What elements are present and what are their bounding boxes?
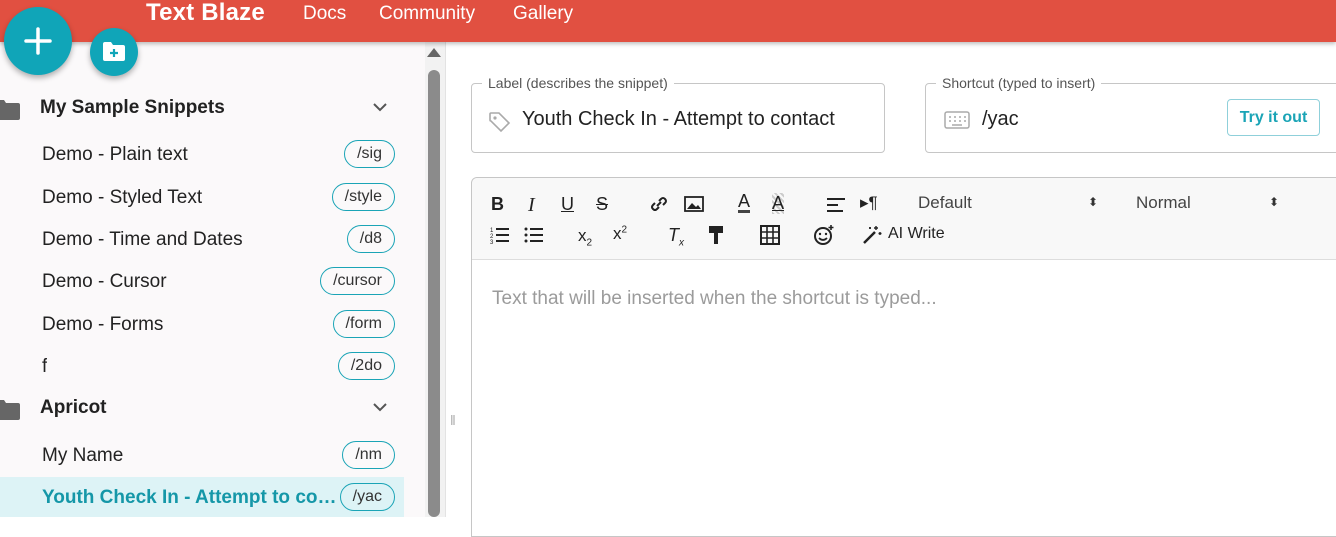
format-painter-icon[interactable]: [707, 225, 725, 245]
font-size-select[interactable]: Normal: [1136, 193, 1191, 213]
subscript-icon[interactable]: x2: [578, 226, 592, 248]
snippet-item[interactable]: My Name /nm: [0, 435, 404, 475]
underline-icon[interactable]: U: [561, 194, 574, 215]
nav-community[interactable]: Community: [379, 3, 475, 25]
shortcut-chip: /form: [332, 310, 395, 338]
label-field-legend: Label (describes the snippet): [482, 75, 674, 91]
svg-text:3: 3: [490, 240, 494, 244]
italic-icon[interactable]: I: [528, 194, 535, 217]
highlight-color-icon[interactable]: A: [772, 193, 785, 214]
panel-divider: [445, 42, 446, 517]
shortcut-chip: /cursor: [320, 267, 395, 295]
shortcut-chip: /2do: [337, 352, 395, 380]
shortcut-chip: /style: [331, 183, 395, 211]
new-snippet-button[interactable]: [4, 7, 72, 75]
snippet-sidebar: My Sample Snippets Demo - Plain text /si…: [0, 42, 425, 517]
clear-format-icon[interactable]: Tx: [668, 225, 684, 249]
strikethrough-icon[interactable]: S: [596, 194, 608, 215]
snippet-item-active[interactable]: Youth Check In - Attempt to contact /yac: [0, 477, 404, 517]
snippet-label: Demo - Time and Dates: [42, 229, 243, 250]
ordered-list-icon[interactable]: 1 2 3: [490, 226, 510, 244]
chevron-down-icon[interactable]: [372, 102, 388, 112]
folder-apricot[interactable]: Apricot: [0, 390, 404, 430]
image-icon[interactable]: [684, 195, 704, 213]
folder-my-sample-snippets[interactable]: My Sample Snippets: [0, 90, 404, 130]
plus-icon: [24, 27, 52, 55]
size-select-arrow-icon[interactable]: ⬍: [1269, 195, 1279, 209]
folder-name: Apricot: [40, 397, 107, 418]
editor-toolbar: B I U S A A ▸¶ Default ⬍ Normal ⬍ 1 2 3: [472, 178, 1336, 260]
snippet-item[interactable]: f /2do: [0, 346, 404, 386]
new-folder-button[interactable]: [90, 28, 138, 76]
snippet-item[interactable]: Demo - Plain text /sig: [0, 134, 404, 174]
shortcut-chip: /sig: [344, 140, 395, 168]
folder-icon: [0, 100, 20, 120]
snippet-item[interactable]: Demo - Styled Text /style: [0, 177, 404, 217]
snippet-label: f: [42, 356, 48, 377]
top-bar: Text Blaze Docs Community Gallery: [0, 0, 1336, 42]
ai-write-button[interactable]: AI Write: [888, 225, 945, 243]
shortcut-chip: /d8: [346, 225, 395, 253]
text-direction-icon[interactable]: ▸¶: [860, 193, 878, 213]
tag-icon: [489, 112, 511, 133]
scroll-up-arrow-icon[interactable]: [426, 46, 442, 58]
label-field[interactable]: Label (describes the snippet) Youth Chec…: [471, 75, 885, 153]
chevron-down-icon[interactable]: [372, 402, 388, 412]
editor-placeholder: Text that will be inserted when the shor…: [492, 288, 937, 309]
shortcut-chip: /nm: [342, 441, 395, 469]
font-select-arrow-icon[interactable]: ⬍: [1088, 195, 1098, 209]
bold-icon[interactable]: B: [491, 194, 504, 215]
resize-handle[interactable]: ‖: [450, 412, 456, 428]
keyboard-icon: [944, 111, 970, 129]
superscript-icon[interactable]: x2: [613, 224, 627, 244]
snippet-editor[interactable]: B I U S A A ▸¶ Default ⬍ Normal ⬍ 1 2 3: [471, 177, 1336, 537]
bullet-list-icon[interactable]: [524, 226, 544, 244]
emoji-icon[interactable]: [813, 224, 835, 246]
folder-icon: [0, 400, 20, 420]
shortcut-chip: /yac: [339, 483, 395, 511]
snippet-item[interactable]: Demo - Forms /form: [0, 304, 404, 344]
magic-wand-icon[interactable]: [862, 225, 882, 245]
snippet-item[interactable]: Demo - Cursor /cursor: [0, 261, 404, 301]
label-input[interactable]: Youth Check In - Attempt to contact: [522, 108, 835, 131]
nav-docs[interactable]: Docs: [303, 3, 346, 25]
align-left-icon[interactable]: [826, 197, 846, 213]
folder-name: My Sample Snippets: [40, 97, 225, 118]
link-icon[interactable]: [649, 195, 669, 213]
snippet-label: Demo - Styled Text: [42, 187, 203, 208]
snippet-item[interactable]: Demo - Time and Dates /d8: [0, 219, 404, 259]
shortcut-input[interactable]: /yac: [982, 108, 1019, 131]
try-it-out-button[interactable]: Try it out: [1227, 99, 1320, 136]
snippet-label: Demo - Cursor: [42, 271, 167, 292]
snippet-label: Youth Check In - Attempt to contact: [42, 487, 337, 508]
snippet-label: My Name: [42, 445, 124, 466]
shortcut-field-legend: Shortcut (typed to insert): [936, 75, 1102, 91]
snippet-label: Demo - Forms: [42, 314, 164, 335]
folder-plus-icon: [103, 42, 125, 61]
nav-gallery[interactable]: Gallery: [513, 3, 573, 25]
snippet-label: Demo - Plain text: [42, 144, 188, 165]
brand-logo[interactable]: Text Blaze: [146, 0, 265, 27]
scrollbar-thumb[interactable]: [428, 70, 440, 517]
font-family-select[interactable]: Default: [918, 193, 972, 213]
table-icon[interactable]: [760, 225, 780, 245]
text-color-icon[interactable]: A: [738, 192, 751, 213]
